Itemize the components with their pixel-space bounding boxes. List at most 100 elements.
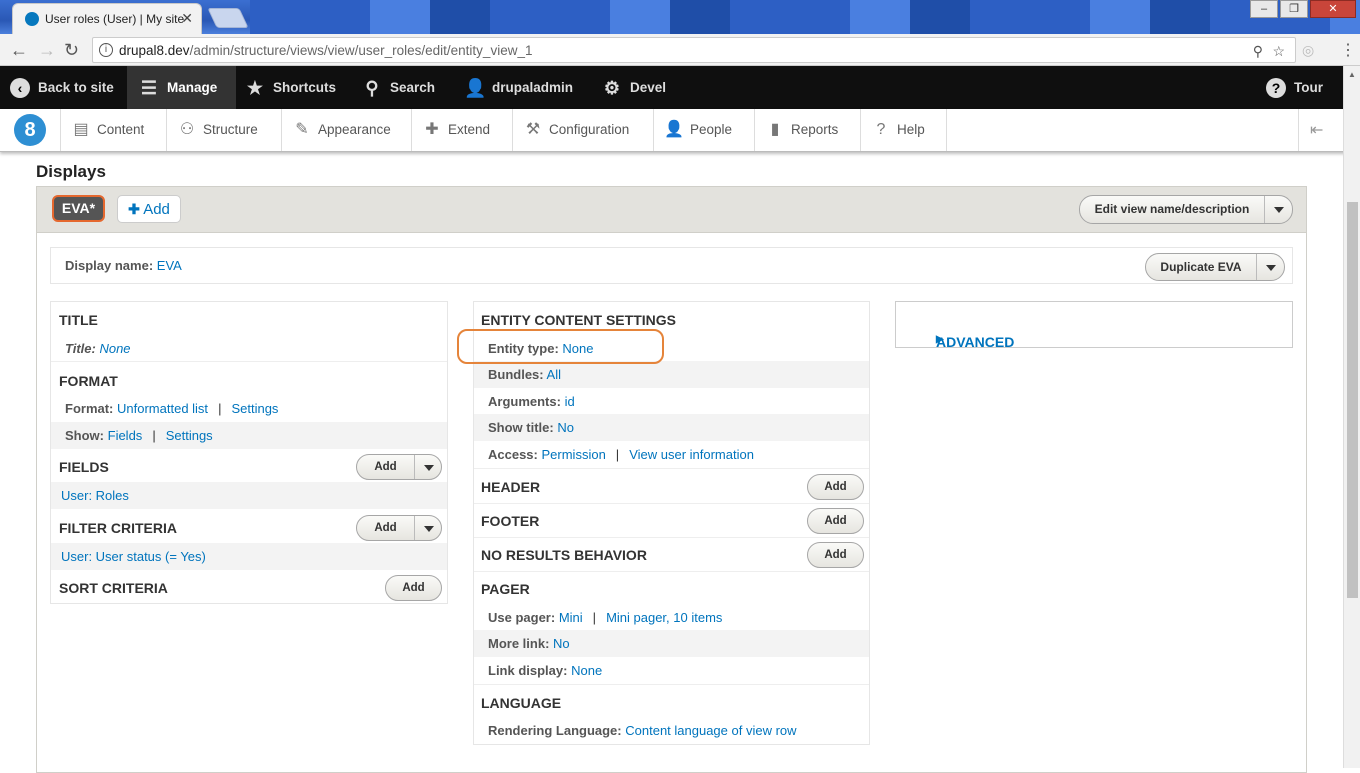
back-to-site-label: Back to site bbox=[38, 80, 114, 95]
chevron-down-icon[interactable] bbox=[1264, 196, 1292, 223]
pager-detail-link[interactable]: Mini pager, 10 items bbox=[606, 610, 722, 625]
arguments-link[interactable]: id bbox=[565, 394, 575, 409]
tour-button[interactable]: ? Tour bbox=[1266, 66, 1323, 109]
search-icon: ⚲ bbox=[365, 78, 379, 99]
show-title-row: Show title: No bbox=[474, 414, 869, 441]
pager-heading: PAGER bbox=[481, 581, 530, 597]
no-results-add-button[interactable]: Add bbox=[807, 542, 864, 568]
collapse-tray-icon[interactable]: ⇤ bbox=[1310, 120, 1323, 140]
page-scrollbar[interactable]: ▲ bbox=[1343, 66, 1360, 768]
link-display-link[interactable]: None bbox=[571, 663, 602, 678]
puzzle-icon: ✚ bbox=[425, 121, 439, 139]
format-row: Format: Unformatted list | Settings bbox=[65, 401, 279, 416]
access-link[interactable]: Permission bbox=[542, 447, 606, 462]
show-title-link[interactable]: No bbox=[557, 420, 574, 435]
tray-item-structure[interactable]: ⚇ Structure bbox=[167, 109, 282, 151]
use-pager-link[interactable]: Mini bbox=[559, 610, 583, 625]
show-settings-link[interactable]: Settings bbox=[166, 428, 213, 443]
drupal-favicon-icon bbox=[25, 12, 39, 26]
devel-tab[interactable]: ⚙ Devel bbox=[602, 66, 666, 109]
drupal-logo[interactable]: 8 bbox=[0, 109, 61, 151]
minimize-button[interactable]: – bbox=[1250, 0, 1278, 18]
bundles-link[interactable]: All bbox=[547, 367, 561, 382]
header-add-button[interactable]: Add bbox=[807, 474, 864, 500]
format-link[interactable]: Unformatted list bbox=[117, 401, 208, 416]
back-to-site-link[interactable]: ‹ Back to site bbox=[10, 66, 114, 109]
browser-tab[interactable]: User roles (User) | My site ✕ bbox=[12, 3, 202, 34]
format-heading: FORMAT bbox=[59, 373, 118, 389]
user-tab[interactable]: 👤 drupaladmin bbox=[464, 66, 573, 109]
filter-user-status-link[interactable]: User: User status (= Yes) bbox=[61, 549, 206, 564]
new-tab-button[interactable] bbox=[207, 8, 249, 28]
field-user-roles-link[interactable]: User: Roles bbox=[61, 488, 129, 503]
entity-content-settings-heading: ENTITY CONTENT SETTINGS bbox=[481, 312, 676, 328]
scrollbar-thumb[interactable] bbox=[1347, 202, 1358, 598]
title-heading: TITLE bbox=[59, 312, 98, 328]
show-link[interactable]: Fields bbox=[108, 428, 143, 443]
chrome-menu-icon[interactable]: ⋮ bbox=[1340, 40, 1356, 60]
tray-item-content[interactable]: ▤ Content bbox=[61, 109, 167, 151]
chevron-down-icon[interactable] bbox=[1256, 254, 1284, 280]
rendering-language-row: Rendering Language: Content language of … bbox=[488, 723, 797, 738]
back-arrow-icon[interactable]: ← bbox=[10, 40, 28, 61]
extension-icon[interactable]: ◎ bbox=[1302, 42, 1314, 59]
url-input[interactable]: i drupal8.dev/admin/structure/views/view… bbox=[92, 37, 1296, 63]
format-settings-link[interactable]: Settings bbox=[231, 401, 278, 416]
add-display-button[interactable]: ✚ Add bbox=[117, 195, 181, 223]
search-label: Search bbox=[390, 80, 436, 95]
scroll-up-icon[interactable]: ▲ bbox=[1348, 70, 1356, 79]
reload-icon[interactable]: ↻ bbox=[64, 40, 79, 61]
shortcuts-label: Shortcuts bbox=[273, 80, 337, 95]
address-bar-row: ← → ↻ i drupal8.dev/admin/structure/view… bbox=[0, 34, 1360, 66]
footer-add-button[interactable]: Add bbox=[807, 508, 864, 534]
chevron-down-icon[interactable] bbox=[414, 455, 441, 479]
tray-item-extend[interactable]: ✚ Extend bbox=[412, 109, 513, 151]
access-detail-link[interactable]: View user information bbox=[629, 447, 754, 462]
search-tab[interactable]: ⚲ Search bbox=[362, 66, 435, 109]
bundles-row: Bundles: All bbox=[474, 361, 869, 388]
more-link-row: More link: No bbox=[474, 630, 869, 657]
display-tab-eva[interactable]: EVA* bbox=[52, 195, 105, 222]
forward-arrow-icon[interactable]: → bbox=[38, 40, 56, 61]
question-icon: ? bbox=[1266, 78, 1286, 99]
rendering-language-link[interactable]: Content language of view row bbox=[625, 723, 796, 738]
tray-item-help[interactable]: ? Help bbox=[861, 109, 947, 151]
tray-item-configuration[interactable]: ⚒ Configuration bbox=[513, 109, 654, 151]
middle-column: ENTITY CONTENT SETTINGS Entity type: Non… bbox=[473, 301, 870, 745]
tab-close-icon[interactable]: ✕ bbox=[181, 10, 193, 27]
display-name-link[interactable]: EVA bbox=[157, 258, 182, 273]
zoom-icon[interactable]: ⚲ bbox=[1253, 43, 1263, 60]
duplicate-eva-button[interactable]: Duplicate EVA bbox=[1145, 253, 1285, 281]
maximize-button[interactable]: ❐ bbox=[1280, 0, 1308, 18]
tray-item-reports[interactable]: ▮ Reports bbox=[755, 109, 861, 151]
title-link[interactable]: None bbox=[99, 341, 130, 356]
more-link-link[interactable]: No bbox=[553, 636, 570, 651]
sort-add-button[interactable]: Add bbox=[385, 575, 442, 601]
header-heading: HEADER bbox=[481, 479, 541, 495]
filter-add-button[interactable]: Add bbox=[356, 515, 442, 541]
info-icon[interactable]: i bbox=[99, 43, 113, 57]
display-tabs-bar: EVA* ✚ Add Edit view name/description bbox=[36, 186, 1307, 233]
edit-view-name-button[interactable]: Edit view name/description bbox=[1079, 195, 1293, 224]
url-host: drupal8.dev bbox=[119, 43, 190, 58]
shortcuts-tab[interactable]: ★ Shortcuts bbox=[245, 66, 336, 109]
tray-item-people[interactable]: 👤 People bbox=[654, 109, 755, 151]
browser-tabbar: User roles (User) | My site ✕ – ❐ ✕ bbox=[0, 0, 1360, 34]
admin-tray: 8 ▤ Content ⚇ Structure ✎ Appearance ✚ Exten… bbox=[0, 109, 1360, 152]
tray-item-appearance[interactable]: ✎ Appearance bbox=[282, 109, 412, 151]
language-heading: LANGUAGE bbox=[481, 695, 562, 711]
access-row: Access: Permission | View user information bbox=[488, 447, 754, 462]
link-display-row: Link display: None bbox=[488, 663, 603, 678]
url-path: /admin/structure/views/view/user_roles/e… bbox=[189, 43, 533, 58]
hamburger-icon: ☰ bbox=[140, 78, 158, 99]
bookmark-star-icon[interactable]: ☆ bbox=[1272, 43, 1285, 60]
advanced-section[interactable]: ▶ ADVANCED bbox=[895, 301, 1293, 350]
admin-toolbar: ‹ Back to site ☰ Manage ★ Shortcuts ⚲ Search… bbox=[0, 66, 1360, 109]
sort-heading: SORT CRITERIA bbox=[59, 580, 168, 596]
chevron-down-icon[interactable] bbox=[414, 516, 441, 540]
close-window-button[interactable]: ✕ bbox=[1310, 0, 1356, 18]
title-row: Title: None bbox=[65, 341, 131, 356]
manage-tab[interactable]: ☰ Manage bbox=[127, 66, 236, 109]
highlight-annotation bbox=[457, 329, 664, 364]
fields-add-button[interactable]: Add bbox=[356, 454, 442, 480]
